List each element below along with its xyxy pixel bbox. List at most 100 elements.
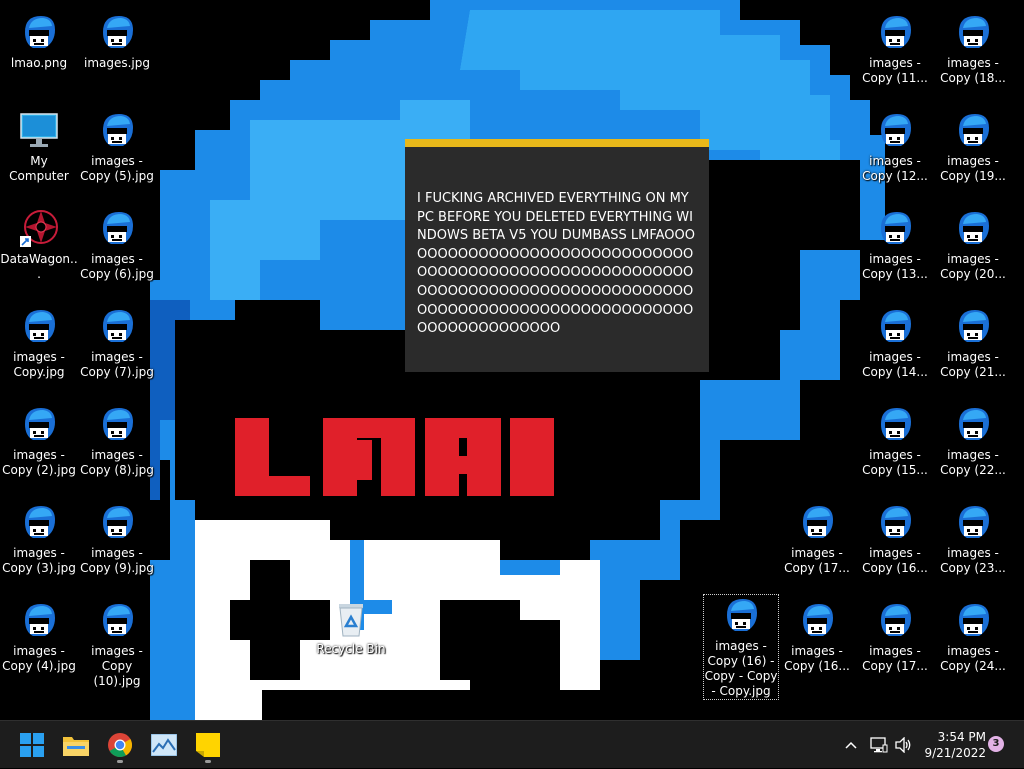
taskbar-photos[interactable]	[144, 725, 184, 765]
alien-image-icon	[959, 212, 989, 244]
icon-label: images - Copy (9).jpg	[80, 546, 154, 575]
icon-label: images - Copy (4).jpg	[2, 644, 76, 673]
monitor-icon	[20, 113, 58, 147]
running-indicator	[205, 760, 211, 763]
windows-start-icon	[20, 733, 44, 757]
desktop-icon[interactable]: images - Copy (17...	[778, 502, 856, 576]
recycle-bin-icon	[339, 604, 363, 637]
icon-label: images - Copy (16...	[784, 644, 850, 673]
folder-icon	[63, 737, 89, 756]
icon-label: images - Copy (6).jpg	[80, 252, 154, 281]
desktop-icon[interactable]: My Computer	[0, 110, 78, 184]
clock-date: 9/21/2022	[924, 746, 986, 760]
icon-label: images - Copy (18...	[940, 56, 1006, 85]
icon-label: images - Copy (19...	[940, 154, 1006, 183]
desktop-icon[interactable]: images - Copy (14...	[856, 306, 934, 380]
desktop-icon[interactable]: images - Copy (23...	[934, 502, 1012, 576]
volume-control[interactable]	[892, 721, 916, 769]
icon-label: images - Copy (15...	[862, 448, 928, 477]
icon-label: images - Copy (16...	[862, 546, 928, 575]
network-status[interactable]	[868, 721, 890, 769]
alien-image-icon	[959, 310, 989, 342]
icon-label: images - Copy (20...	[940, 252, 1006, 281]
desktop-icon[interactable]: images - Copy (10).jpg	[78, 600, 156, 689]
desktop-icon[interactable]: images - Copy (8).jpg	[78, 404, 156, 478]
alien-image-icon	[103, 408, 133, 440]
desktop-icon[interactable]: images - Copy (17...	[856, 600, 934, 674]
speaker-icon	[895, 737, 911, 753]
icon-label: images - Copy (17...	[862, 644, 928, 673]
photo-app-icon	[151, 734, 177, 756]
desktop-icon[interactable]: images - Copy (9).jpg	[78, 502, 156, 576]
desktop-icon[interactable]: images - Copy (20...	[934, 208, 1012, 282]
alien-image-icon	[103, 212, 133, 244]
desktop-icon[interactable]: images - Copy (4).jpg	[0, 600, 78, 674]
red-emblem-shortcut-icon	[20, 210, 58, 247]
desktop-icon[interactable]: images - Copy (21...	[934, 306, 1012, 380]
recycle-bin-shortcut[interactable]: Recycle Bin	[312, 598, 390, 657]
taskbar-file-explorer[interactable]	[56, 725, 96, 765]
alien-image-icon	[881, 114, 911, 146]
network-icon	[870, 737, 888, 753]
alien-image-icon	[803, 506, 833, 538]
desktop-icon[interactable]: lmao.png	[0, 12, 78, 71]
desktop-icon[interactable]: images - Copy (19...	[934, 110, 1012, 184]
icon-label: images - Copy (7).jpg	[80, 350, 154, 379]
desktop-icon[interactable]: images - Copy (13...	[856, 208, 934, 282]
desktop-icon[interactable]: images - Copy (16...	[856, 502, 934, 576]
icon-label: images - Copy (5).jpg	[80, 154, 154, 183]
icon-label: images - Copy (23...	[940, 546, 1006, 575]
start-button[interactable]	[12, 725, 52, 765]
alien-image-icon	[959, 408, 989, 440]
clock-time: 3:54 PM	[937, 730, 986, 744]
notification-message: I FUCKING ARCHIVED EVERYTHING ON MY PC B…	[417, 191, 695, 337]
desktop-icon[interactable]: images - Copy (12...	[856, 110, 934, 184]
alien-image-icon	[103, 114, 133, 146]
chrome-icon	[108, 733, 132, 757]
show-hidden-icons-button[interactable]	[840, 721, 862, 769]
desktop-icon[interactable]: images - Copy (5).jpg	[78, 110, 156, 184]
desktop-icon[interactable]: images - Copy (18...	[934, 12, 1012, 86]
desktop-icon[interactable]: images - Copy (11...	[856, 12, 934, 86]
taskbar-sticky-notes[interactable]	[188, 725, 228, 765]
desktop-icon[interactable]: images - Copy (24...	[934, 600, 1012, 674]
icon-label: lmao.png	[10, 56, 68, 70]
alien-image-icon	[959, 114, 989, 146]
alien-image-icon	[25, 408, 55, 440]
desktop-icon[interactable]: images - Copy (22...	[934, 404, 1012, 478]
icon-label: images - Copy (3).jpg	[2, 546, 76, 575]
running-indicator	[117, 760, 123, 763]
icon-label: images - Copy (14...	[862, 350, 928, 379]
alien-image-icon	[881, 408, 911, 440]
icon-label: images - Copy.jpg	[13, 350, 65, 379]
alien-image-icon	[881, 310, 911, 342]
icon-label: images - Copy (21...	[940, 350, 1006, 379]
notification-toast[interactable]: I FUCKING ARCHIVED EVERYTHING ON MY PC B…	[405, 139, 709, 372]
alien-image-icon	[103, 16, 133, 48]
desktop-icon[interactable]: images.jpg	[78, 12, 156, 71]
sticky-notes-icon	[196, 733, 220, 757]
notification-count-badge[interactable]: 3	[988, 736, 1004, 752]
desktop-icon[interactable]: DataWagon...	[0, 208, 78, 282]
icon-label: images.jpg	[83, 56, 150, 70]
alien-image-icon	[25, 16, 55, 48]
alien-image-icon	[25, 310, 55, 342]
desktop-icon[interactable]: images - Copy (2).jpg	[0, 404, 78, 478]
icon-label: images - Copy (16) - Copy - Copy - Copy.…	[704, 639, 778, 698]
alien-image-icon	[959, 604, 989, 636]
alien-image-icon	[25, 604, 55, 636]
desktop-icon[interactable]: images - Copy (15...	[856, 404, 934, 478]
desktop-icon[interactable]: images - Copy (7).jpg	[78, 306, 156, 380]
taskbar-chrome[interactable]	[100, 725, 140, 765]
alien-image-icon	[881, 212, 911, 244]
desktop-icon[interactable]: images - Copy.jpg	[0, 306, 78, 380]
desktop-icon[interactable]: images - Copy (16...	[778, 600, 856, 674]
desktop-icon[interactable]: images - Copy (6).jpg	[78, 208, 156, 282]
desktop-icon[interactable]: images - Copy (3).jpg	[0, 502, 78, 576]
desktop-icon[interactable]: images - Copy (16) - Copy - Copy - Copy.…	[703, 594, 779, 700]
alien-image-icon	[103, 310, 133, 342]
icon-label: images - Copy (2).jpg	[2, 448, 76, 477]
taskbar-clock[interactable]: 3:54 PM 9/21/2022	[918, 729, 986, 761]
alien-image-icon	[727, 599, 757, 631]
icon-label: images - Copy (8).jpg	[80, 448, 154, 477]
